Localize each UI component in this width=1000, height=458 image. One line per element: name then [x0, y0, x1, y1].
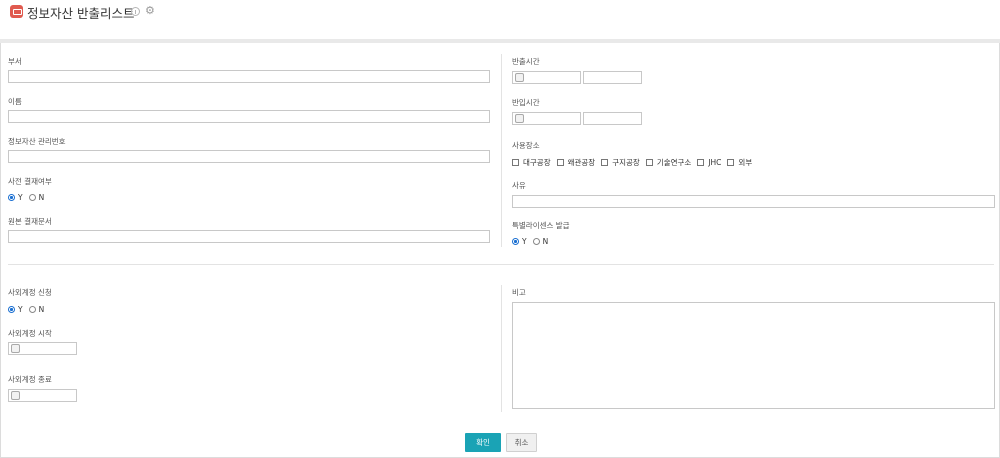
place-label: 사용장소	[512, 141, 540, 150]
pre-approval-radio-group: Y N	[8, 193, 50, 202]
license-radio-y[interactable]	[512, 238, 519, 245]
confirm-button[interactable]: 확인	[465, 433, 501, 452]
reason-label: 사유	[512, 181, 526, 190]
place-label-guji: 구지공장	[612, 158, 640, 167]
column-divider-bottom	[501, 285, 502, 412]
cancel-button[interactable]: 취소	[506, 433, 537, 452]
license-radio-group: Y N	[512, 237, 554, 246]
header-divider	[0, 39, 1000, 43]
out-time-input[interactable]	[583, 71, 642, 84]
calendar-icon[interactable]	[515, 114, 524, 123]
ext-end-label: 사외계정 종료	[8, 375, 52, 384]
place-label-rnd: 기술연구소	[656, 158, 692, 167]
license-n-label: N	[542, 237, 549, 246]
calendar-icon[interactable]	[11, 391, 20, 400]
section-divider	[8, 264, 994, 265]
pre-approval-radio-y[interactable]	[8, 194, 15, 201]
place-label-waegwan: 왜관공장	[567, 158, 596, 167]
dept-label: 부서	[8, 57, 22, 66]
gear-icon[interactable]: ⚙	[145, 5, 155, 16]
name-input[interactable]	[8, 110, 490, 123]
place-label-external: 외부	[738, 158, 753, 167]
app-icon	[10, 5, 23, 18]
page-header: 정보자산 반출리스트 ⚙	[0, 0, 1000, 40]
place-checkbox-guji[interactable]	[601, 159, 609, 166]
ext-account-radio-n[interactable]	[28, 306, 36, 313]
place-checkbox-group: 대구공장 왜관공장 구지공장 기술연구소 JHC 외부	[512, 157, 758, 168]
ext-start-label: 사외계정 시작	[8, 329, 52, 338]
out-time-label: 반출시간	[512, 57, 540, 66]
pre-approval-label: 사전 결재여부	[8, 177, 52, 186]
calendar-icon[interactable]	[11, 344, 20, 353]
in-time-input[interactable]	[583, 112, 642, 125]
place-checkbox-external[interactable]	[727, 159, 735, 166]
in-time-label: 반입시간	[512, 98, 540, 107]
reason-input[interactable]	[512, 195, 995, 208]
note-textarea[interactable]	[512, 302, 995, 409]
license-label: 특별라이센스 발급	[512, 221, 570, 230]
ext-start-input[interactable]	[8, 342, 77, 355]
place-checkbox-waegwan[interactable]	[556, 159, 564, 166]
license-radio-n[interactable]	[532, 238, 540, 245]
in-date-input[interactable]	[512, 112, 581, 125]
ext-account-label: 사외계정 신청	[8, 288, 52, 297]
place-label-daegu: 대구공장	[523, 158, 551, 167]
asset-no-label: 정보자산 관리번호	[8, 137, 66, 146]
place-checkbox-rnd[interactable]	[645, 159, 653, 166]
ext-account-radio-group: Y N	[8, 305, 50, 314]
pre-approval-radio-n[interactable]	[28, 194, 36, 201]
out-date-input[interactable]	[512, 71, 581, 84]
asset-no-input[interactable]	[8, 150, 490, 163]
dept-input[interactable]	[8, 70, 490, 83]
info-icon[interactable]	[131, 7, 140, 16]
place-checkbox-jhc[interactable]	[697, 159, 705, 166]
ext-account-n-label: N	[38, 305, 45, 314]
pre-approval-n-label: N	[38, 193, 45, 202]
ext-account-radio-y[interactable]	[8, 306, 15, 313]
calendar-icon[interactable]	[515, 73, 524, 82]
ext-end-input[interactable]	[8, 389, 77, 402]
ext-account-y-label: Y	[18, 305, 23, 314]
page-title: 정보자산 반출리스트	[27, 6, 135, 21]
orig-doc-input[interactable]	[8, 230, 490, 243]
orig-doc-label: 원본 결재문서	[8, 217, 52, 226]
name-label: 이름	[8, 97, 22, 106]
column-divider-top	[501, 54, 502, 247]
place-checkbox-daegu[interactable]	[512, 159, 519, 166]
pre-approval-y-label: Y	[18, 193, 23, 202]
note-label: 비고	[512, 288, 526, 297]
place-label-jhc: JHC	[708, 158, 722, 167]
license-y-label: Y	[522, 237, 527, 246]
